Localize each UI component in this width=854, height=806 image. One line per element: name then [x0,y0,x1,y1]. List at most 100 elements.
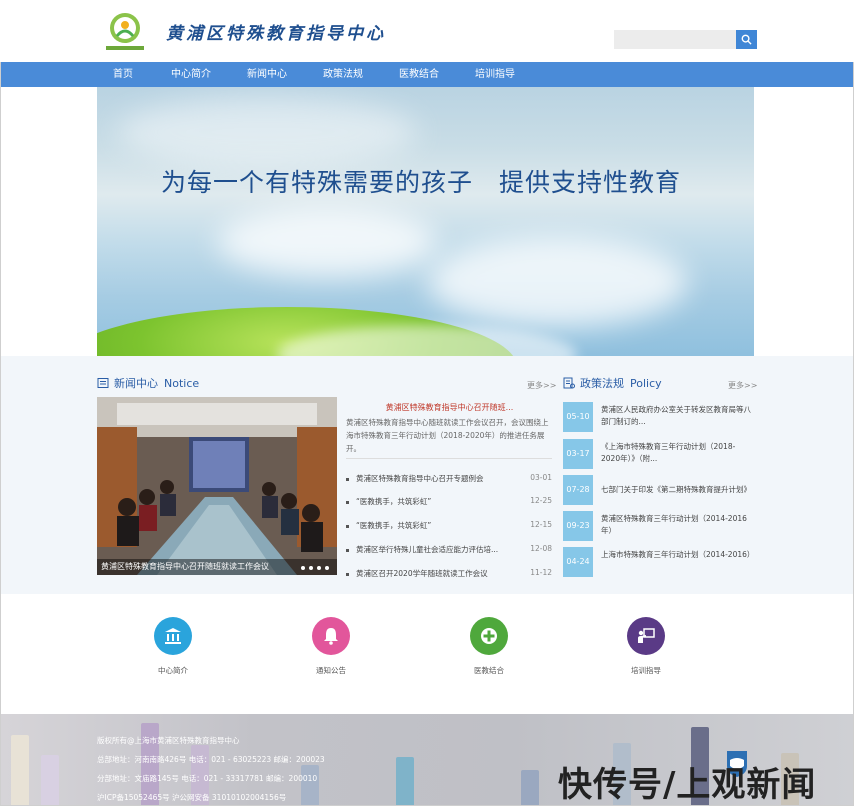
divider [346,458,552,459]
footer-info: 版权所有@上海市黄浦区特殊教育指导中心 总部地址：河南南路426号 电话：021… [97,731,325,805]
meeting-photo [97,397,337,575]
main-nav: 首页 中心简介 新闻中心 政策法规 医教结合 培训指导 [1,62,853,87]
news-list-item[interactable]: “医教携手，共筑彩虹” 12-15 [346,520,552,534]
quick-link-label: 通知公告 [316,666,346,675]
pencil-decoration [396,757,414,805]
quick-link-circle [627,617,665,655]
footer-copyright: 版权所有@上海市黄浦区特殊教育指导中心 [97,736,240,745]
bullet [346,573,349,576]
featured-news-summary: 黄浦区特殊教育指导中心随班就读工作会议召开，会议围绕上海市特殊教育三年行动计划（… [346,418,549,453]
slider-dot[interactable] [317,566,321,570]
banner-slogan: 为每一个有特殊需要的孩子 提供支持性教育 [161,168,682,197]
newspaper-icon [97,378,109,388]
nav-item-training[interactable]: 培训指导 [475,62,515,87]
policy-list-item[interactable]: 03-17 《上海市特殊教育三年行动计划（2018-2020年）》（附... [563,439,753,469]
news-item-title: 黄浦区举行特殊儿童社会适应能力评估培... [356,545,499,554]
bullet [346,549,349,552]
news-item-title: 黄浦区特殊教育指导中心召开专题例会 [356,474,484,483]
news-item-title: “医教携手，共筑彩虹” [356,521,432,530]
quick-link-label: 中心简介 [158,666,188,675]
policy-title-cn: 政策法规 [580,377,624,390]
quick-link-medical-education[interactable]: 医教结合 [459,617,519,677]
news-title-cn: 新闻中心 [114,377,158,390]
quick-link-label: 培训指导 [631,666,661,675]
quick-link-label: 医教结合 [474,666,504,675]
quick-link-training[interactable]: 培训指导 [616,617,676,677]
site-title[interactable]: 黄浦区特殊教育指导中心 [166,19,386,44]
bullet [346,525,349,528]
slider-dots [301,566,329,570]
policy-item-title: 《上海市特殊教育三年行动计划（2018-2020年）》（附... [601,442,736,463]
nav-item-medical-education[interactable]: 医教结合 [399,62,439,87]
news-list-item[interactable]: 黄浦区召开2020学年随班就读工作会议 11-12 [346,568,552,582]
policy-date-badge: 07-28 [563,475,593,505]
policy-more-link[interactable]: 更多>> [728,380,757,391]
policy-date-badge: 04-24 [563,547,593,577]
banner-cloud [427,237,687,327]
news-item-title: 黄浦区召开2020学年随班就读工作会议 [356,569,488,578]
nav-item-news[interactable]: 新闻中心 [247,62,287,87]
nav-item-about[interactable]: 中心简介 [171,62,211,87]
news-photo-slider[interactable]: 黄浦区特殊教育指导中心召开随班就读工作会议 [97,397,337,575]
policy-list-item[interactable]: 04-24 上海市特殊教育三年行动计划（2014-2016） [563,547,755,577]
news-item-date: 11-12 [530,568,552,577]
news-section-title: 新闻中心 Notice [97,375,199,391]
teacher-icon [638,628,655,643]
hero-banner[interactable]: 为每一个有特殊需要的孩子 提供支持性教育 [97,87,754,356]
building-icon [165,628,181,644]
policy-item-title: 黄浦区特殊教育三年行动计划（2014-2016年） [601,514,747,535]
news-item-date: 12-25 [530,496,552,505]
bullet [346,501,349,504]
policy-list-item[interactable]: 05-10 黄浦区人民政府办公室关于转发区教育局等八部门制订的... [563,402,753,432]
footer-icp[interactable]: 沪ICP备15052465号 沪公网安备 31010102004156号 [97,788,325,805]
news-more-link[interactable]: 更多>> [527,380,556,391]
footer-main-address: 总部地址：河南南路426号 电话：021 - 63025223 邮编：20002… [97,755,325,764]
news-list-item[interactable]: 黄浦区举行特殊儿童社会适应能力评估培... 12-08 [346,544,552,558]
policy-item-title: 黄浦区人民政府办公室关于转发区教育局等八部门制订的... [601,405,751,426]
quick-link-circle [154,617,192,655]
watermark-text: 快传号/上观新闻 [558,765,817,805]
news-item-date: 03-01 [530,473,552,482]
quick-link-about[interactable]: 中心简介 [143,617,203,677]
policy-section-title: 政策法规 Policy [563,375,662,391]
site-header: 黄浦区特殊教育指导中心 [0,0,854,62]
quick-link-notice[interactable]: 通知公告 [301,617,361,677]
nav-item-home[interactable]: 首页 [113,62,133,87]
news-list-item[interactable]: “医教携手，共筑彩虹” 12-25 [346,496,552,510]
news-list-item[interactable]: 黄浦区特殊教育指导中心召开专题例会 03-01 [346,473,552,487]
footer-branch-address: 分部地址：文庙路145号 电话：021 - 33317781 邮编：200010 [97,774,318,783]
slider-dot[interactable] [301,566,305,570]
bell-icon [324,628,338,645]
policy-date-badge: 05-10 [563,402,593,432]
slider-dot[interactable] [325,566,329,570]
pencil-decoration [11,735,29,805]
pencil-decoration [521,770,539,805]
policy-item-title: 上海市特殊教育三年行动计划（2014-2016） [601,550,755,559]
policy-list-item[interactable]: 09-23 黄浦区特殊教育三年行动计划（2014-2016年） [563,511,753,541]
document-icon [563,377,575,389]
quick-link-circle [312,617,350,655]
banner-cloud [217,207,437,277]
quick-link-circle [470,617,508,655]
news-item-title: “医教携手，共筑彩虹” [356,497,432,506]
center-logo[interactable] [104,10,146,52]
news-item-date: 12-15 [530,520,552,529]
policy-item-title: 七部门关于印发《第二期特殊教育提升计划》 [601,485,751,494]
pencil-decoration [41,755,59,805]
nav-item-policy[interactable]: 政策法规 [323,62,363,87]
policy-date-badge: 09-23 [563,511,593,541]
policy-date-badge: 03-17 [563,439,593,469]
policy-list-item[interactable]: 07-28 七部门关于印发《第二期特殊教育提升计划》 [563,475,753,505]
banner-cloud [117,97,417,167]
policy-title-en: Policy [630,376,662,390]
bullet [346,478,349,481]
news-item-date: 12-08 [530,544,552,553]
slider-dot[interactable] [309,566,313,570]
plus-icon [481,628,497,644]
news-title-en: Notice [164,376,200,390]
featured-news-headline[interactable]: 黄浦区特殊教育指导中心召开随班... [348,402,551,413]
search-icon [741,34,752,45]
search-button[interactable] [736,30,757,49]
search-box [614,30,758,49]
search-input[interactable] [614,30,736,49]
